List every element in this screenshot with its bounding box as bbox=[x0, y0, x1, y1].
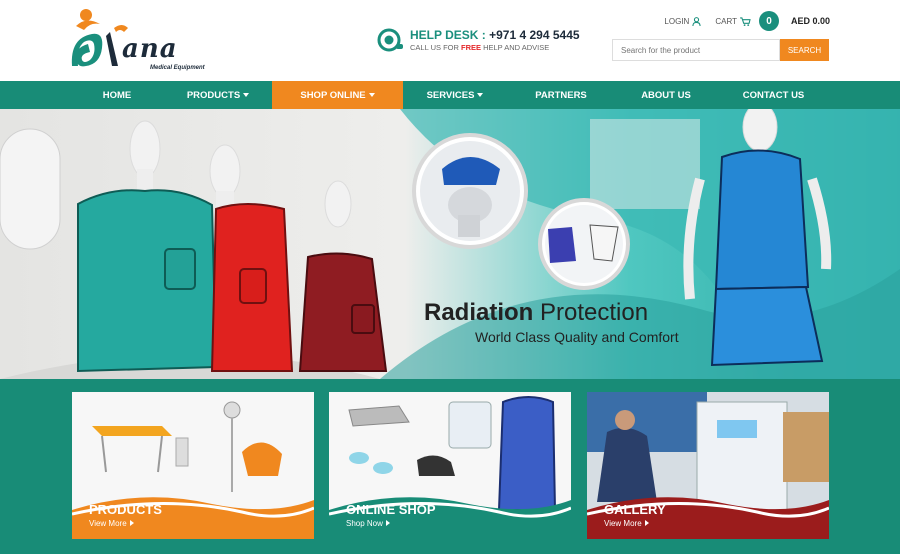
nav-label: SHOP ONLINE bbox=[300, 89, 366, 101]
card-link[interactable]: View More bbox=[604, 519, 649, 528]
login-link[interactable]: LOGIN bbox=[664, 17, 701, 26]
card-link-label: View More bbox=[604, 519, 642, 528]
feature-section: PRODUCTS View More ONLINE SHOP Shop Now bbox=[0, 379, 900, 554]
nav-label: SERVICES bbox=[426, 89, 475, 101]
helpdesk-sub-suffix: HELP AND ADVISE bbox=[481, 43, 550, 52]
arrow-right-icon bbox=[129, 520, 134, 526]
cart-icon bbox=[740, 16, 751, 26]
nav-label: ABOUT US bbox=[641, 89, 691, 101]
caret-down-icon bbox=[243, 93, 250, 97]
card-title: ONLINE SHOP bbox=[346, 502, 436, 517]
banner-artwork bbox=[0, 109, 900, 379]
nav-item-about-us[interactable]: ABOUT US bbox=[615, 81, 717, 109]
card-link-label: View More bbox=[89, 519, 127, 528]
search-button[interactable]: SEARCH bbox=[780, 39, 829, 61]
arrow-right-icon bbox=[644, 520, 649, 526]
products-card[interactable]: PRODUCTS View More bbox=[72, 392, 314, 539]
nav-item-services[interactable]: SERVICES bbox=[403, 81, 507, 109]
header: ana Medical Equipment HELP DESK : +971 4… bbox=[0, 0, 900, 81]
logo-text: ana bbox=[122, 34, 178, 64]
headset-phone-icon bbox=[377, 28, 403, 52]
caret-down-icon bbox=[477, 93, 484, 97]
card-link[interactable]: Shop Now bbox=[346, 519, 390, 528]
cart-link[interactable]: CART bbox=[715, 17, 751, 26]
caret-down-icon bbox=[368, 93, 375, 97]
mannequin-red bbox=[209, 144, 294, 372]
helpdesk-label: HELP DESK : bbox=[410, 28, 490, 42]
cart-label: CART bbox=[715, 16, 737, 26]
helpdesk-free: FREE bbox=[460, 43, 481, 52]
nav-items: HOME PRODUCTS SHOP ONLINE SERVICES PARTN… bbox=[70, 81, 830, 109]
cart-amount: AED 0.00 bbox=[790, 16, 830, 26]
user-icon bbox=[692, 16, 701, 26]
card-link-label: Shop Now bbox=[346, 519, 383, 528]
nav-item-partners[interactable]: PARTNERS bbox=[507, 81, 615, 109]
hero-banner[interactable]: Radiation Protection World Class Quality… bbox=[0, 109, 900, 379]
helpdesk-title: HELP DESK : +971 4 294 5445 bbox=[410, 28, 580, 42]
mannequin-teal bbox=[77, 120, 218, 373]
nav-label: CONTACT US bbox=[742, 89, 805, 101]
banner-title-rest: Protection bbox=[533, 299, 649, 326]
nav-label: HOME bbox=[102, 89, 132, 101]
helpdesk-subtitle: CALL US FOR FREE HELP AND ADVISE bbox=[410, 43, 549, 52]
thyroid-cap-circle bbox=[412, 133, 528, 249]
banner-subtitle: World Class Quality and Comfort bbox=[475, 329, 679, 345]
nav-item-shop-online[interactable]: SHOP ONLINE bbox=[272, 81, 403, 109]
banner-title-bold: Radiation bbox=[424, 299, 534, 326]
online-shop-card[interactable]: ONLINE SHOP Shop Now bbox=[329, 392, 571, 539]
card-link[interactable]: View More bbox=[89, 519, 134, 528]
search-bar: SEARCH bbox=[612, 39, 829, 61]
helpdesk-phone[interactable]: +971 4 294 5445 bbox=[489, 28, 579, 42]
helpdesk-sub-prefix: CALL US FOR bbox=[410, 43, 461, 52]
apron-skirt-circle bbox=[538, 198, 630, 290]
nav-label: PRODUCTS bbox=[186, 89, 241, 101]
banner-title: Radiation Protection bbox=[424, 299, 648, 327]
logo-subtitle: Medical Equipment bbox=[150, 65, 205, 71]
cart-count-badge[interactable]: 0 bbox=[758, 11, 779, 31]
top-links: LOGIN CART 0 AED 0.00 bbox=[664, 10, 830, 32]
arrow-right-icon bbox=[385, 520, 390, 526]
mannequin-maroon bbox=[298, 180, 388, 372]
logo-mark-icon bbox=[71, 9, 128, 67]
card-title: GALLERY bbox=[604, 502, 666, 517]
main-nav: HOME PRODUCTS SHOP ONLINE SERVICES PARTN… bbox=[0, 81, 900, 109]
logo[interactable]: ana Medical Equipment bbox=[70, 8, 210, 71]
login-label: LOGIN bbox=[664, 16, 690, 26]
nav-item-home[interactable]: HOME bbox=[70, 81, 164, 109]
search-input[interactable] bbox=[612, 39, 780, 61]
gallery-card[interactable]: GALLERY View More bbox=[587, 392, 829, 539]
nav-item-contact-us[interactable]: CONTACT US bbox=[717, 81, 830, 109]
nav-label: PARTNERS bbox=[535, 89, 587, 101]
nav-item-products[interactable]: PRODUCTS bbox=[164, 81, 272, 109]
card-title: PRODUCTS bbox=[89, 502, 162, 517]
